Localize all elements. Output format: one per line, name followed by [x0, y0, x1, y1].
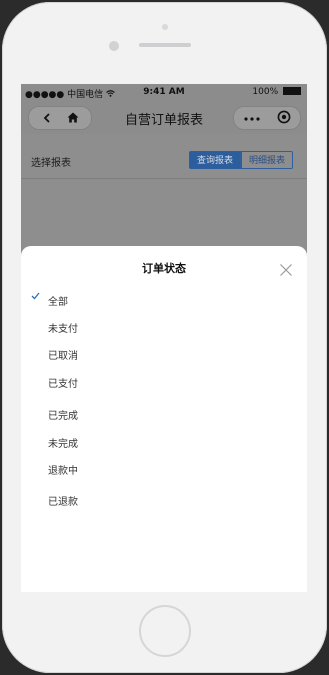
detail-report-tab[interactable]: 明细报表	[241, 151, 293, 169]
status-bar: ●●●●● 中国电信 9:41 AM 100%	[21, 84, 307, 100]
option-cancelled[interactable]: 已取消	[21, 343, 307, 365]
report-label: 选择报表	[31, 158, 71, 169]
option-all[interactable]: 全部	[21, 289, 307, 311]
option-unpaid[interactable]: 未支付	[21, 316, 307, 338]
option-label: 退款中	[48, 466, 78, 477]
home-button[interactable]	[139, 605, 191, 657]
option-incomplete[interactable]: 未完成	[21, 431, 307, 453]
option-label: 已完成	[48, 411, 78, 422]
more-icon[interactable]	[240, 107, 264, 129]
option-refunded[interactable]: 已退款	[21, 489, 307, 511]
order-status-sheet: 订单状态 全部 未支付 已取消 已支付 已完成 未完成 退款中 已退款	[21, 246, 307, 592]
close-icon[interactable]	[279, 262, 293, 276]
navigation-bar: 自营订单报表	[21, 100, 307, 134]
close-miniprogram-icon[interactable]	[272, 107, 296, 129]
page-content: 选择报表 查询报表 明细报表 订单状态 全部 未支付 已取消 已支付 已完成 未…	[21, 134, 307, 592]
option-label: 已支付	[48, 379, 78, 390]
battery-icon	[283, 87, 301, 95]
checkmark-icon	[31, 292, 40, 303]
sheet-title: 订单状态	[142, 262, 186, 275]
phone-screen: ●●●●● 中国电信 9:41 AM 100% 自营订单报表 选择报表 查询报表…	[21, 84, 307, 592]
option-label: 全部	[48, 297, 68, 308]
battery-percentage: 100%	[252, 87, 279, 97]
query-report-tab[interactable]: 查询报表	[189, 151, 241, 169]
option-paid[interactable]: 已支付	[21, 371, 307, 393]
option-label: 已退款	[48, 497, 78, 508]
report-selector-row: 选择报表 查询报表 明细报表	[21, 144, 307, 179]
proximity-sensor	[162, 24, 168, 30]
option-label: 未支付	[48, 324, 78, 335]
front-camera	[109, 41, 119, 51]
option-label: 未完成	[48, 439, 78, 450]
option-refunding[interactable]: 退款中	[21, 458, 307, 480]
option-label: 已取消	[48, 351, 78, 362]
option-completed[interactable]: 已完成	[21, 403, 307, 425]
nav-right-capsule	[233, 106, 301, 130]
earpiece-speaker	[139, 43, 191, 47]
